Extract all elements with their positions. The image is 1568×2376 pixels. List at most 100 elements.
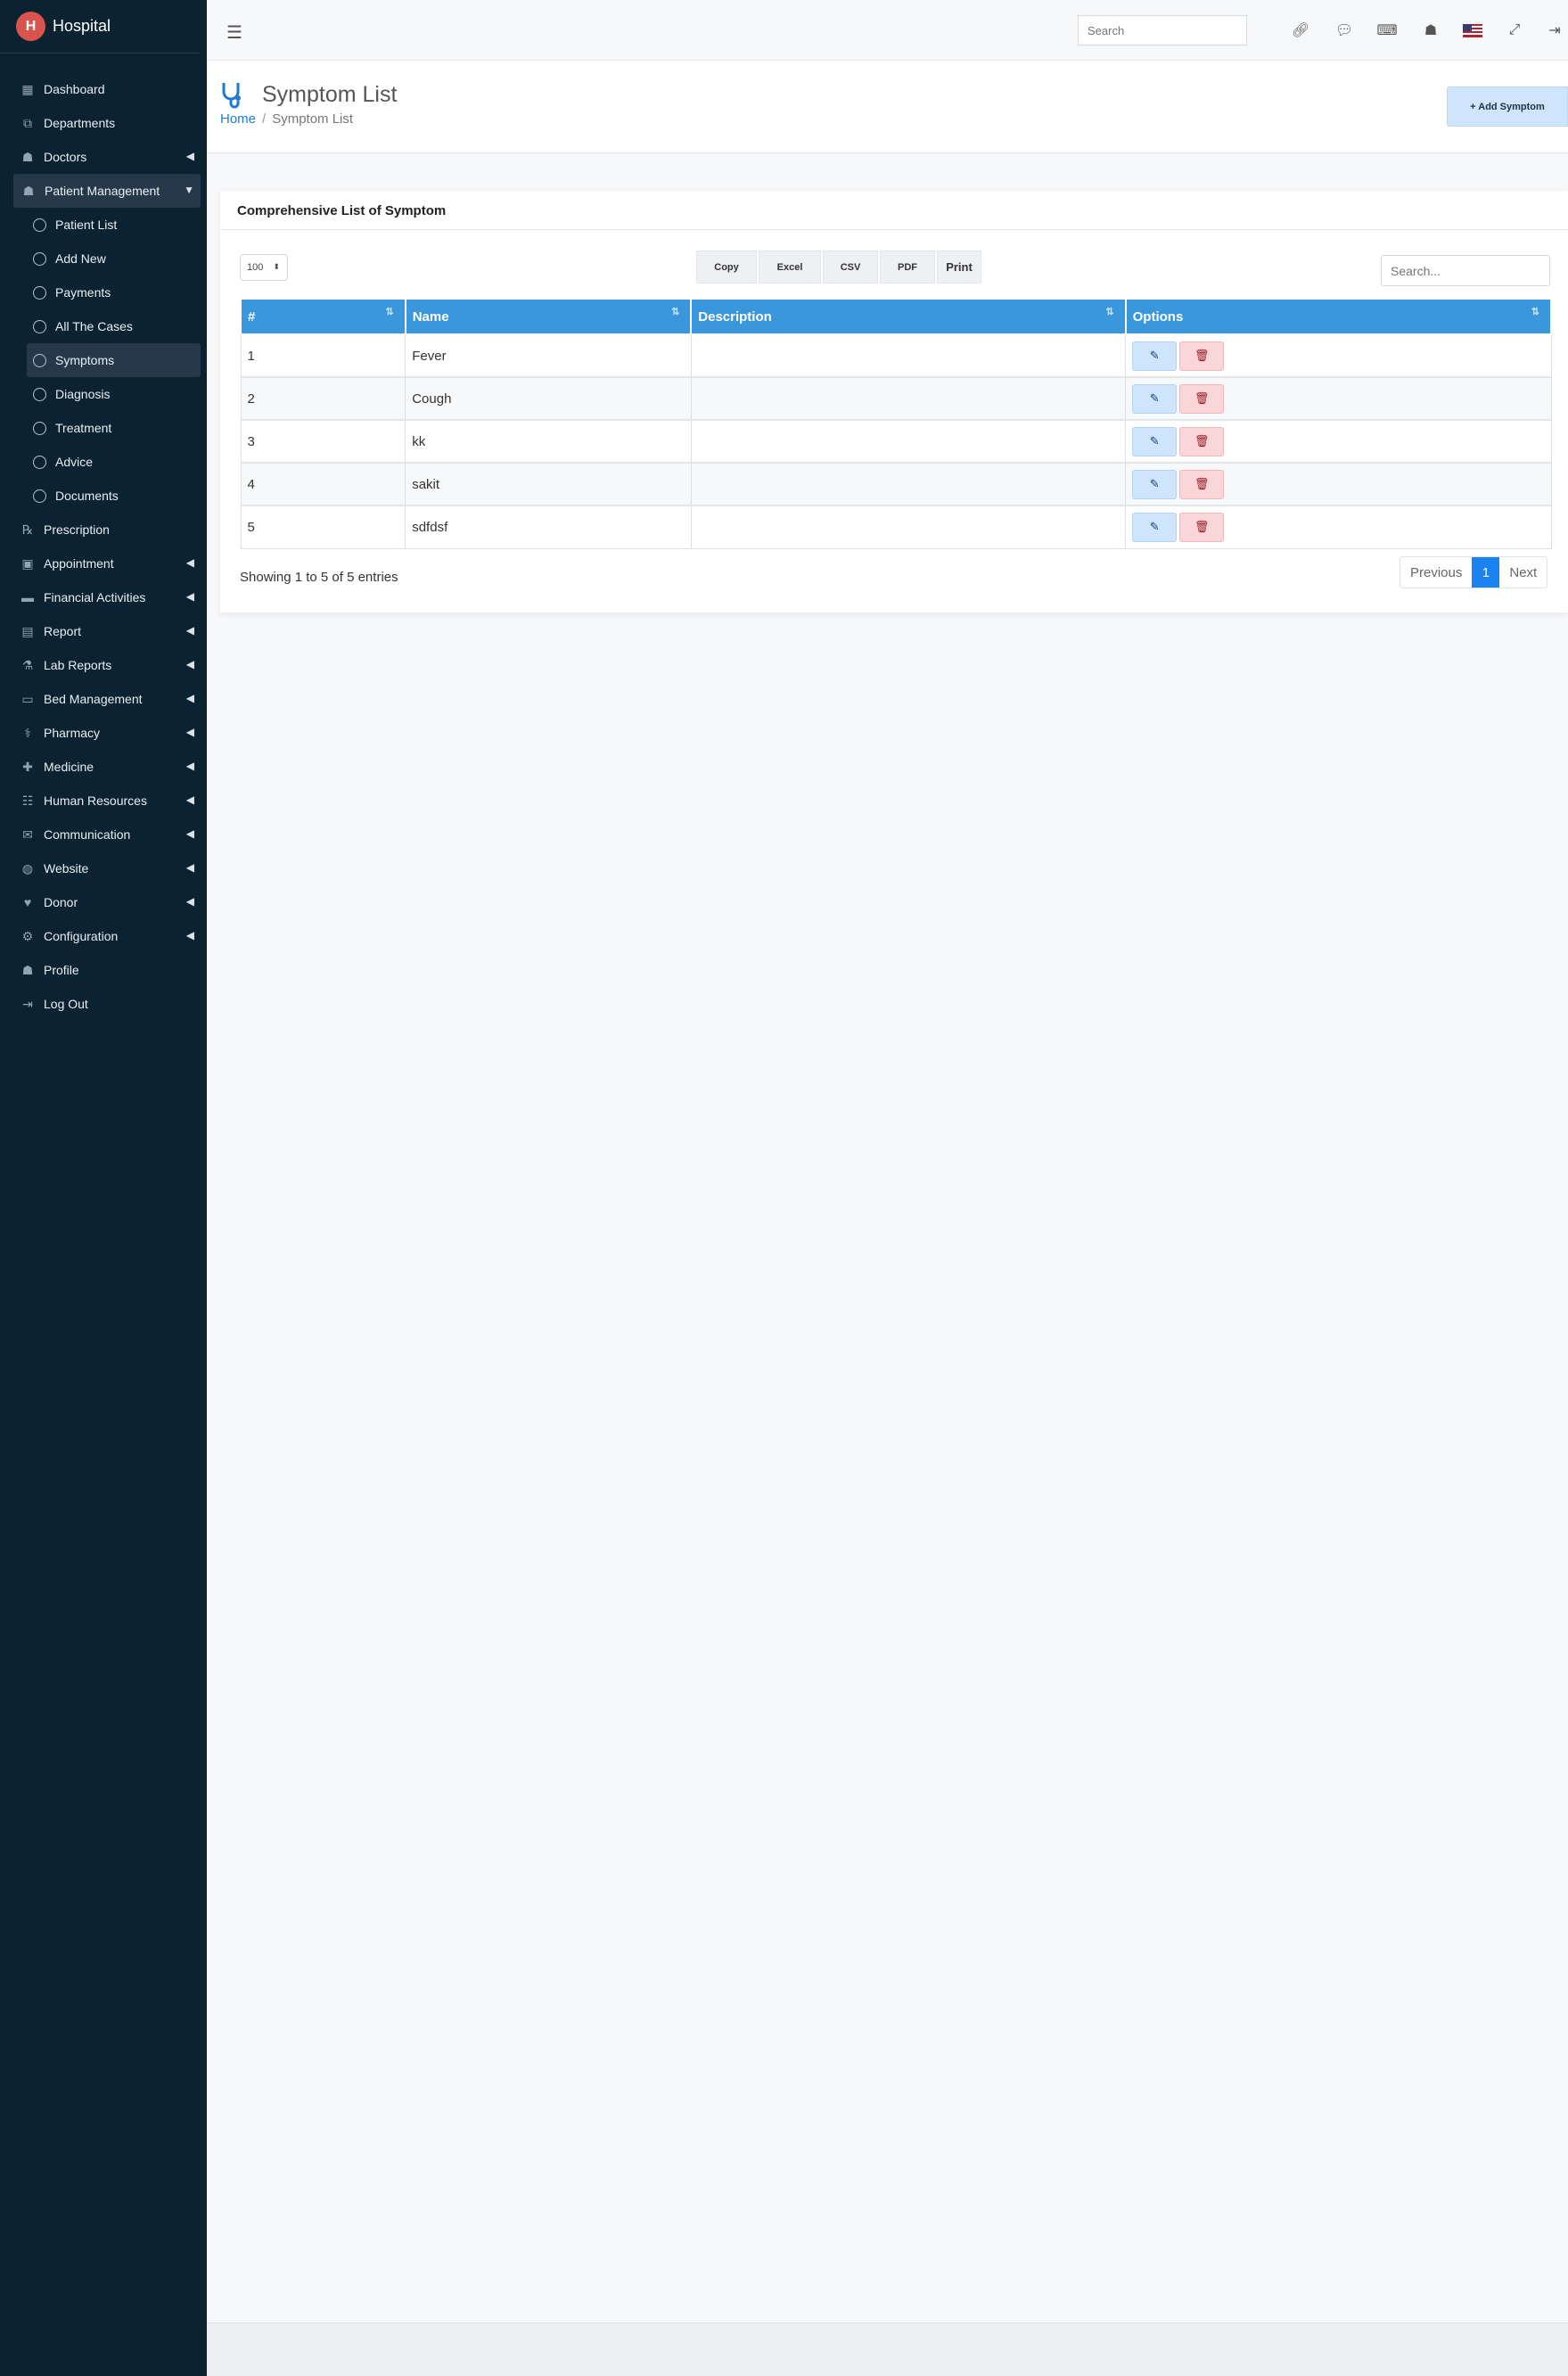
cell-number: 3 [240,419,406,464]
sidebar-item-donor[interactable]: ♥ Donor ◀ [0,885,207,919]
sidebar-subitem-label: Advice [55,455,94,469]
chat-icon[interactable]: 💬︎ [1334,20,1355,41]
sidebar-subitem-label: Symptoms [55,353,115,367]
table-row: 1 Fever ✎ 🗑︎ [240,333,1552,378]
logout-icon[interactable]: ⇥ [1544,20,1565,41]
keyboard-icon[interactable]: ⌨ [1376,20,1398,41]
cell-name: sdfdsf [405,505,692,549]
sidebar-item-label: Lab Reports [44,658,112,672]
table-row: 4 sakit ✎ 🗑︎ [240,462,1552,506]
delete-button[interactable]: 🗑︎ [1179,383,1225,414]
pdf-button[interactable]: PDF [880,251,935,284]
delete-button[interactable]: 🗑︎ [1179,426,1225,456]
sidebar-item-financial-activities[interactable]: ▬ Financial Activities ◀ [0,580,207,614]
link-icon[interactable]: 🔗︎ [1290,20,1311,41]
sidebar-item-label: Human Resources [44,793,147,808]
sidebar-item-human-resources[interactable]: ☷ Human Resources ◀ [0,784,207,818]
page-1-button[interactable]: 1 [1472,557,1500,588]
user-icon[interactable]: ☗ [1420,20,1441,41]
sidebar-item-profile[interactable]: ☗ Profile [0,953,207,987]
column-header-name[interactable]: Name ⇅ [404,298,693,335]
circle-icon [33,421,46,435]
edit-button[interactable]: ✎ [1132,383,1178,414]
next-page-button[interactable]: Next [1499,557,1547,588]
us-flag-icon[interactable] [1462,20,1483,41]
sidebar-item-pharmacy[interactable]: ⚕ Pharmacy ◀ [0,716,207,750]
delete-button[interactable]: 🗑︎ [1179,512,1225,542]
breadcrumb-home-link[interactable]: Home [220,111,256,127]
sidebar-item-dashboard[interactable]: ▦ Dashboard [0,72,207,106]
sidebar-item-doctors[interactable]: ☗ Doctors ◀ [0,140,207,174]
logout-icon: ⇥ [22,996,33,1011]
sidebar-item-label: Medicine [44,760,94,774]
delete-button[interactable]: 🗑︎ [1179,341,1225,371]
prescription-icon: ℞ [21,522,34,537]
cell-options: ✎ 🗑︎ [1125,333,1552,378]
sidebar-nav: ▦ Dashboard ⧉ Departments ☗ Doctors ◀ ☗ … [0,53,207,1021]
page-length-select[interactable]: 100 ⬍ [240,254,288,281]
edit-button[interactable]: ✎ [1132,512,1178,542]
column-header-number[interactable]: # ⇅ [240,298,406,335]
sidebar-subitem-all-the-cases[interactable]: All The Cases [0,309,207,343]
column-header-description[interactable]: Description ⇅ [690,298,1127,335]
sidebar-item-communication[interactable]: ✉ Communication ◀ [0,818,207,851]
chevron-left-icon: ◀ [185,760,194,772]
edit-icon: ✎ [1149,349,1160,362]
sidebar-item-logout[interactable]: ⇥ Log Out [0,987,207,1021]
sidebar-item-label: Donor [44,895,78,909]
column-header-options[interactable]: Options ⇅ [1124,298,1553,335]
sidebar-item-departments[interactable]: ⧉ Departments [0,106,207,140]
breadcrumb-current: Symptom List [272,111,354,127]
gear-icon: ⚙ [21,928,34,943]
cell-number: 5 [240,505,406,549]
excel-button[interactable]: Excel [759,251,821,284]
trash-icon: 🗑︎ [1194,391,1210,405]
print-button[interactable]: Print [937,251,981,284]
sidebar-item-prescription[interactable]: ℞ Prescription [0,513,207,547]
delete-button[interactable]: 🗑︎ [1179,469,1225,499]
sidebar-item-label: Appointment [44,556,114,571]
sidebar-item-medicine[interactable]: ✚ Medicine ◀ [0,750,207,784]
csv-button[interactable]: CSV [823,251,878,284]
cell-name: Cough [405,376,692,421]
sidebar-subitem-payments[interactable]: Payments [0,275,207,309]
add-symptom-button[interactable]: + Add Symptom [1447,86,1568,127]
sidebar-item-patient-management[interactable]: ☗ Patient Management ▼ [13,174,201,208]
sidebar-item-lab-reports[interactable]: ⚗ Lab Reports ◀ [0,648,207,682]
sidebar-item-report[interactable]: ▤ Report ◀ [0,614,207,648]
sidebar-item-label: Financial Activities [44,590,146,604]
previous-page-button[interactable]: Previous [1400,557,1472,588]
table-search-input[interactable] [1381,255,1550,286]
sidebar: H Hospital ▦ Dashboard ⧉ Departments ☗ D… [0,0,207,2376]
sidebar-subitem-treatment[interactable]: Treatment [0,411,207,445]
sidebar-subitem-symptoms[interactable]: Symptoms [27,343,201,377]
breadcrumb-separator: / [262,111,267,127]
table-info: Showing 1 to 5 of 5 entries [240,570,398,585]
sidebar-subitem-documents[interactable]: Documents [0,479,207,513]
brand[interactable]: H Hospital [0,0,200,53]
sidebar-subitem-label: Payments [55,285,111,300]
copy-button[interactable]: Copy [696,251,757,284]
sidebar-subitem-advice[interactable]: Advice [0,445,207,479]
edit-button[interactable]: ✎ [1132,341,1178,371]
sidebar-item-label: Communication [44,827,131,842]
hamburger-menu-icon[interactable]: ☰ [226,21,242,44]
sidebar-item-website[interactable]: ◍ Website ◀ [0,851,207,885]
sidebar-item-appointment[interactable]: ▣ Appointment ◀ [0,547,207,580]
sidebar-subitem-add-new[interactable]: Add New [0,242,207,275]
circle-icon [33,319,46,333]
edit-button[interactable]: ✎ [1132,469,1178,499]
trash-icon: 🗑︎ [1194,349,1210,362]
sidebar-item-label: Patient Management [45,184,160,198]
sitemap-icon: ⧉ [23,115,32,130]
top-search-input[interactable] [1078,15,1247,45]
sidebar-item-bed-management[interactable]: ▭ Bed Management ◀ [0,682,207,716]
fullscreen-icon[interactable]: ⤢ [1504,20,1525,41]
sidebar-subitem-diagnosis[interactable]: Diagnosis [0,377,207,411]
edit-button[interactable]: ✎ [1132,426,1178,456]
sidebar-subitem-patient-list[interactable]: Patient List [0,208,207,242]
sidebar-item-configuration[interactable]: ⚙ Configuration ◀ [0,919,207,953]
sidebar-item-label: Pharmacy [44,726,101,740]
sort-icon: ⇅ [1531,307,1539,317]
cell-options: ✎ 🗑︎ [1125,419,1552,464]
